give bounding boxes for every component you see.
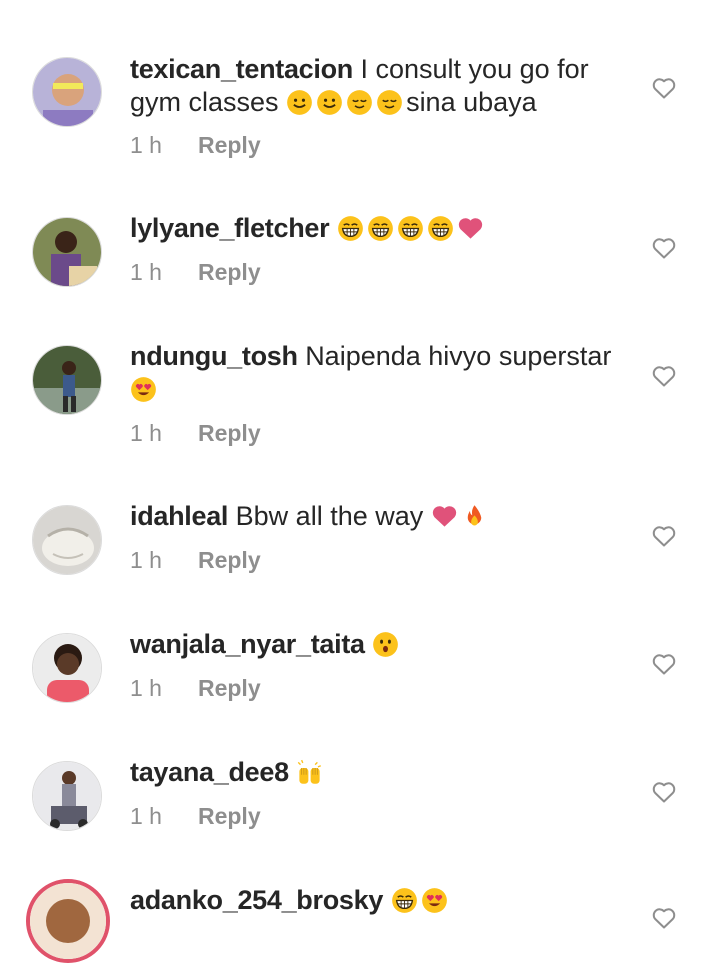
comment-text: idahleal Bbw all the way — [130, 500, 630, 533]
comment-time: 1 h — [130, 132, 162, 158]
grin-emoji-icon — [397, 213, 427, 243]
reply-button[interactable]: Reply — [198, 803, 261, 829]
heart-outline-icon[interactable] — [652, 907, 676, 929]
comment-meta: 1 h Reply — [130, 803, 261, 830]
avatar[interactable] — [32, 505, 102, 575]
heart-eyes-emoji-icon — [421, 885, 451, 915]
comment-meta: 1 h Reply — [130, 675, 261, 702]
avatar[interactable] — [32, 633, 102, 703]
heart-outline-icon[interactable] — [652, 781, 676, 803]
grin-emoji-icon — [367, 213, 397, 243]
heart-outline-icon[interactable] — [652, 77, 676, 99]
avatar[interactable] — [32, 57, 102, 127]
relieved-emoji-icon — [346, 87, 376, 117]
fire-emoji-icon — [461, 501, 491, 531]
reply-button[interactable]: Reply — [198, 675, 261, 701]
comment-text: wanjala_nyar_taita — [130, 628, 630, 661]
comment-meta: 1 h Reply — [130, 420, 261, 447]
comment-body-continued: sina ubaya — [406, 87, 537, 117]
comment-time: 1 h — [130, 259, 162, 285]
heart-outline-icon[interactable] — [652, 525, 676, 547]
comment-text: lylyane_fletcher — [130, 212, 630, 245]
avatar[interactable] — [26, 879, 110, 963]
comment-meta: 1 h Reply — [130, 259, 261, 286]
comment-time: 1 h — [130, 803, 162, 829]
comment-body: Naipenda hivyo superstar — [305, 341, 612, 371]
heart-eyes-emoji-icon — [130, 374, 160, 404]
comment-username[interactable]: wanjala_nyar_taita — [130, 629, 365, 659]
heart-outline-icon[interactable] — [652, 237, 676, 259]
comment-username[interactable]: adanko_254_brosky — [130, 885, 383, 915]
comment-username[interactable]: tayana_dee8 — [130, 757, 289, 787]
avatar[interactable] — [32, 345, 102, 415]
avatar[interactable] — [32, 217, 102, 287]
reply-button[interactable]: Reply — [198, 259, 261, 285]
comment-username[interactable]: idahleal — [130, 501, 228, 531]
comment-username[interactable]: lylyane_fletcher — [130, 213, 330, 243]
comment-meta: 1 h Reply — [130, 132, 261, 159]
comment-time: 1 h — [130, 675, 162, 701]
reply-button[interactable]: Reply — [198, 420, 261, 446]
comment-text: adanko_254_brosky — [130, 884, 630, 917]
heart-outline-icon[interactable] — [652, 653, 676, 675]
heart-outline-icon[interactable] — [652, 365, 676, 387]
comment-username[interactable]: texican_tentacion — [130, 54, 353, 84]
comment-text: ndungu_tosh Naipenda hivyo superstar — [130, 340, 630, 406]
reply-button[interactable]: Reply — [198, 547, 261, 573]
smile-emoji-icon — [316, 87, 346, 117]
comment-time: 1 h — [130, 420, 162, 446]
grin-emoji-icon — [337, 213, 367, 243]
relieved-emoji-icon — [376, 87, 406, 117]
grin-emoji-icon — [391, 885, 421, 915]
reply-button[interactable]: Reply — [198, 132, 261, 158]
comment-text: tayana_dee8 — [130, 756, 630, 789]
hushed-emoji-icon — [372, 629, 402, 659]
comment-username[interactable]: ndungu_tosh — [130, 341, 298, 371]
heart-emoji-icon — [431, 501, 461, 531]
comment-time: 1 h — [130, 547, 162, 573]
avatar[interactable] — [32, 761, 102, 831]
comment-meta: 1 h Reply — [130, 547, 261, 574]
comment-body: Bbw all the way — [235, 501, 424, 531]
grin-emoji-icon — [427, 213, 457, 243]
raised-hands-emoji-icon — [296, 757, 326, 787]
comment-text: texican_tentacion I consult you go for g… — [130, 53, 630, 119]
smile-emoji-icon — [286, 87, 316, 117]
heart-emoji-icon — [457, 213, 487, 243]
